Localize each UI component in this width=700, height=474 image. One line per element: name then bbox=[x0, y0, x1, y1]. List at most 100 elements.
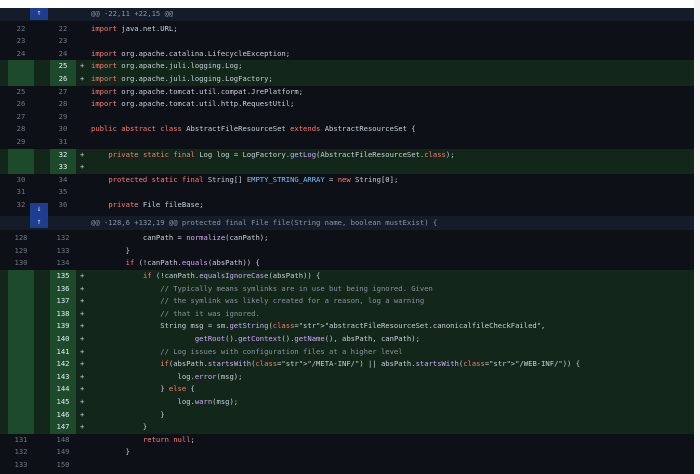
old-line-number[interactable]: 129 bbox=[8, 245, 34, 258]
new-line-number[interactable]: 143 bbox=[50, 370, 76, 384]
old-line-number[interactable] bbox=[8, 282, 34, 296]
old-line-number[interactable]: 130 bbox=[8, 257, 34, 270]
new-line-number[interactable]: 144 bbox=[50, 383, 76, 396]
old-line-number[interactable] bbox=[8, 421, 34, 434]
new-line-number[interactable]: 145 bbox=[50, 396, 76, 409]
old-line-number[interactable]: 24 bbox=[8, 48, 34, 61]
added-marker: + bbox=[80, 74, 85, 83]
new-line-number[interactable]: 141 bbox=[50, 345, 76, 359]
code-text: // Typically means symlinks are in use b… bbox=[160, 283, 433, 293]
new-line-number[interactable]: 140 bbox=[50, 333, 76, 346]
new-line-number[interactable]: 150 bbox=[50, 459, 76, 472]
added-marker: + bbox=[80, 346, 85, 356]
code-text: return null; bbox=[142, 434, 195, 444]
old-line-number[interactable]: 23 bbox=[8, 35, 34, 48]
expand-button[interactable]: ↑ bbox=[30, 8, 48, 20]
code-text: // the symlink was likely created for a … bbox=[160, 296, 425, 306]
old-line-number[interactable] bbox=[8, 148, 34, 162]
new-line-number[interactable]: 146 bbox=[50, 408, 76, 422]
new-line-number[interactable]: 30 bbox=[50, 123, 76, 136]
new-line-number[interactable]: 132 bbox=[50, 232, 76, 245]
diff-line: 133 150 bbox=[0, 459, 694, 472]
diff-line-added: 141 + // Log issues with configuration fi… bbox=[0, 345, 694, 359]
added-marker: + bbox=[80, 283, 85, 293]
diff-line: 24 24 import org.apache.catalina.Lifecycle… bbox=[0, 48, 694, 61]
new-line-number[interactable]: 135 bbox=[50, 270, 76, 283]
old-line-number[interactable] bbox=[8, 60, 34, 73]
new-line-number[interactable]: 23 bbox=[50, 35, 76, 48]
added-marker: + bbox=[80, 61, 85, 71]
new-line-number[interactable]: 28 bbox=[50, 98, 76, 111]
old-line-number[interactable] bbox=[8, 320, 34, 333]
new-line-number[interactable]: 138 bbox=[50, 307, 76, 321]
new-line-number[interactable]: 136 bbox=[50, 282, 76, 296]
old-line-number[interactable]: 31 bbox=[8, 186, 34, 199]
old-line-number[interactable] bbox=[8, 270, 34, 283]
scrollbar[interactable] bbox=[694, 0, 700, 474]
old-line-number[interactable] bbox=[8, 161, 34, 174]
diff-line-added: 145 + log.warn(msg); bbox=[0, 396, 694, 409]
code-text: if(absPath.startsWith(class="str">"/META… bbox=[160, 359, 581, 369]
new-line-number[interactable]: 133 bbox=[50, 245, 76, 258]
code-text: // Log issues with configuration files a… bbox=[160, 346, 403, 356]
diff-line: 31 35 bbox=[0, 186, 694, 199]
old-line-number[interactable]: 133 bbox=[8, 459, 34, 472]
new-line-number[interactable]: 36 bbox=[50, 199, 76, 212]
old-line-number[interactable]: 28 bbox=[8, 123, 34, 136]
old-line-number[interactable]: 27 bbox=[8, 111, 34, 124]
code-text: import org.apache.juli.logging.LogFactor… bbox=[91, 74, 273, 83]
new-line-number[interactable]: 26 bbox=[50, 73, 76, 86]
new-line-number[interactable]: 34 bbox=[50, 174, 76, 187]
diff-line-added: 142 + if(absPath.startsWith(class="str">"… bbox=[0, 358, 694, 371]
code-text: } bbox=[91, 447, 130, 457]
code-text: private File fileBase; bbox=[108, 200, 204, 209]
old-line-number[interactable]: 29 bbox=[8, 136, 34, 149]
new-line-number[interactable]: 32 bbox=[50, 148, 76, 162]
new-line-number[interactable]: 29 bbox=[50, 111, 76, 124]
old-line-number[interactable]: 30 bbox=[8, 174, 34, 187]
expand-up-icon[interactable]: ↑ bbox=[30, 8, 48, 20]
old-line-number[interactable]: 132 bbox=[8, 446, 34, 459]
hunk-header-text: @@ -22,11 +22,15 @@ bbox=[91, 9, 174, 18]
expand-down-icon[interactable]: ↓ bbox=[30, 203, 48, 216]
old-line-number[interactable] bbox=[8, 333, 34, 346]
new-line-number[interactable]: 139 bbox=[50, 320, 76, 333]
new-line-number[interactable]: 134 bbox=[50, 257, 76, 270]
new-line-number[interactable]: 31 bbox=[50, 136, 76, 149]
new-line-number[interactable]: 148 bbox=[50, 434, 76, 447]
new-line-number[interactable]: 147 bbox=[50, 421, 76, 434]
old-line-number[interactable]: 25 bbox=[8, 86, 34, 99]
old-line-number[interactable] bbox=[8, 383, 34, 396]
code-text: // that it was ignored. bbox=[160, 308, 260, 318]
expand-up-icon[interactable]: ↑ bbox=[30, 216, 48, 229]
diff-line: 23 23 bbox=[0, 35, 694, 48]
new-line-number[interactable]: 149 bbox=[50, 446, 76, 459]
old-line-number[interactable] bbox=[8, 307, 34, 321]
old-line-number[interactable] bbox=[8, 370, 34, 384]
new-line-number[interactable]: 25 bbox=[50, 60, 76, 73]
old-line-number[interactable]: 131 bbox=[8, 434, 34, 447]
new-line-number[interactable]: 22 bbox=[50, 23, 76, 36]
old-line-number[interactable]: 128 bbox=[8, 232, 34, 245]
old-line-number[interactable]: 22 bbox=[8, 23, 34, 36]
old-line-number[interactable] bbox=[8, 358, 34, 371]
old-line-number[interactable] bbox=[8, 73, 34, 86]
old-line-number[interactable] bbox=[8, 295, 34, 308]
old-line-number[interactable] bbox=[8, 408, 34, 422]
diff-line: 27 29 bbox=[0, 111, 694, 124]
diff-line: 128 132 canPath = normalize(canPath); bbox=[0, 232, 694, 245]
expand-button[interactable]: ↓ ↑ bbox=[30, 203, 48, 229]
new-line-number[interactable]: 27 bbox=[50, 86, 76, 99]
new-line-number[interactable]: 33 bbox=[50, 161, 76, 174]
new-line-number[interactable]: 142 bbox=[50, 358, 76, 371]
code-text: import java.net.URL; bbox=[91, 23, 178, 33]
diff-line: 131 148 return null; bbox=[0, 434, 694, 447]
new-line-number[interactable]: 137 bbox=[50, 295, 76, 308]
old-line-number[interactable]: 26 bbox=[8, 98, 34, 111]
new-line-number[interactable]: 35 bbox=[50, 186, 76, 199]
old-line-number[interactable] bbox=[8, 345, 34, 359]
old-line-number[interactable] bbox=[8, 396, 34, 409]
code-text: canPath = normalize(canPath); bbox=[91, 233, 269, 243]
new-line-number[interactable]: 24 bbox=[50, 48, 76, 61]
diff-line-added: 147 + } bbox=[0, 421, 694, 434]
